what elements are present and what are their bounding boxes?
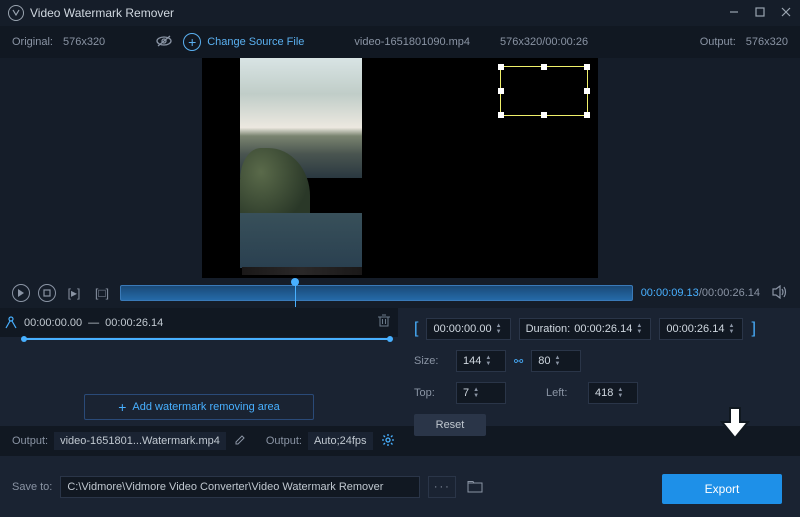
preview-area [0, 58, 800, 278]
export-button[interactable]: Export [662, 474, 782, 504]
step-forward-button[interactable]: [▸] [64, 286, 84, 300]
rename-output-button[interactable] [234, 434, 246, 449]
output-file-value[interactable]: video-1651801...Watermark.mp4 [54, 432, 226, 450]
duration-input[interactable]: Duration:00:00:26.14▲▼ [519, 318, 652, 340]
output-file-label: Output: [12, 435, 48, 447]
plus-icon: + [118, 399, 126, 415]
change-source-button[interactable]: + Change Source File [183, 33, 304, 51]
close-icon[interactable] [780, 6, 792, 21]
segment-icon [4, 316, 18, 330]
top-label: Top: [414, 387, 448, 399]
link-aspect-icon[interactable]: ⚯ [514, 355, 523, 368]
segment-end: 00:00:26.14 [105, 317, 163, 329]
output-dims: 576x320 [746, 36, 788, 48]
stop-button[interactable] [38, 284, 56, 302]
output-format-value[interactable]: Auto;24fps [308, 432, 373, 450]
original-label: Original: [12, 36, 53, 48]
title-bar: Video Watermark Remover [0, 0, 800, 26]
size-label: Size: [414, 355, 448, 367]
app-title: Video Watermark Remover [30, 6, 728, 20]
segment-row[interactable]: 00:00:00.00 — 00:00:26.14 [0, 308, 398, 348]
output-format-label: Output: [266, 435, 302, 447]
start-time-input[interactable]: 00:00:00.00▲▼ [426, 318, 510, 340]
source-dims-time: 576x320/00:00:26 [500, 36, 588, 48]
watermark-selection-box[interactable] [500, 66, 588, 116]
visibility-toggle-icon[interactable] [155, 34, 173, 51]
left-input[interactable]: 418▲▼ [588, 382, 638, 404]
output-label: Output: [700, 36, 736, 48]
time-range-row: [ 00:00:00.00▲▼ Duration:00:00:26.14▲▼ 0… [414, 318, 784, 340]
segment-start: 00:00:00.00 [24, 317, 82, 329]
left-label: Left: [546, 387, 580, 399]
original-pane [202, 58, 400, 278]
position-row: Top: 7▲▼ Left: 418▲▼ [414, 382, 784, 404]
current-time: 00:00:09.13 [641, 287, 699, 299]
footer-bar: Save to: C:\Vidmore\Vidmore Video Conver… [0, 456, 800, 517]
change-source-label: Change Source File [207, 36, 304, 48]
video-preview[interactable] [202, 58, 598, 278]
open-folder-button[interactable] [464, 476, 486, 498]
size-row: Size: 144▲▼ ⚯ 80▲▼ [414, 350, 784, 372]
save-to-label: Save to: [12, 481, 52, 493]
timeline-slider[interactable] [120, 285, 633, 301]
bracket-in-icon[interactable]: [ [414, 320, 418, 338]
export-arrow-icon [720, 406, 750, 440]
browse-folder-button[interactable]: ··· [428, 476, 456, 498]
width-input[interactable]: 144▲▼ [456, 350, 506, 372]
original-dims: 576x320 [63, 36, 105, 48]
plus-circle-icon: + [183, 33, 201, 51]
play-button[interactable] [12, 284, 30, 302]
total-time: 00:00:26.14 [702, 287, 760, 299]
top-input[interactable]: 7▲▼ [456, 382, 506, 404]
bracket-out-icon[interactable]: ] [751, 320, 755, 338]
delete-segment-button[interactable] [378, 314, 390, 331]
set-out-button[interactable]: [□] [92, 286, 112, 300]
app-logo-icon [8, 5, 24, 21]
height-input[interactable]: 80▲▼ [531, 350, 581, 372]
source-filename: video-1651801090.mp4 [354, 36, 470, 48]
time-display: 00:00:09.13/00:00:26.14 [641, 287, 760, 299]
segments-panel: 00:00:00.00 — 00:00:26.14 + Add watermar… [0, 308, 398, 426]
player-bar: [▸] [□] 00:00:09.13/00:00:26.14 [0, 278, 800, 308]
info-bar: Original: 576x320 + Change Source File v… [0, 26, 800, 58]
playhead[interactable] [295, 281, 296, 307]
maximize-icon[interactable] [754, 6, 766, 21]
volume-icon[interactable] [772, 285, 788, 302]
end-time-input[interactable]: 00:00:26.14▲▼ [659, 318, 743, 340]
save-path-field[interactable]: C:\Vidmore\Vidmore Video Converter\Video… [60, 476, 420, 498]
mid-section: 00:00:00.00 — 00:00:26.14 + Add watermar… [0, 308, 800, 426]
add-area-label: Add watermark removing area [132, 401, 279, 413]
output-pane [400, 58, 598, 278]
reset-button[interactable]: Reset [414, 414, 486, 436]
segment-dash: — [88, 317, 99, 329]
add-watermark-area-button[interactable]: + Add watermark removing area [84, 394, 314, 420]
segment-range-bar[interactable] [24, 338, 390, 340]
output-settings-button[interactable] [381, 433, 395, 450]
minimize-icon[interactable] [728, 6, 740, 21]
